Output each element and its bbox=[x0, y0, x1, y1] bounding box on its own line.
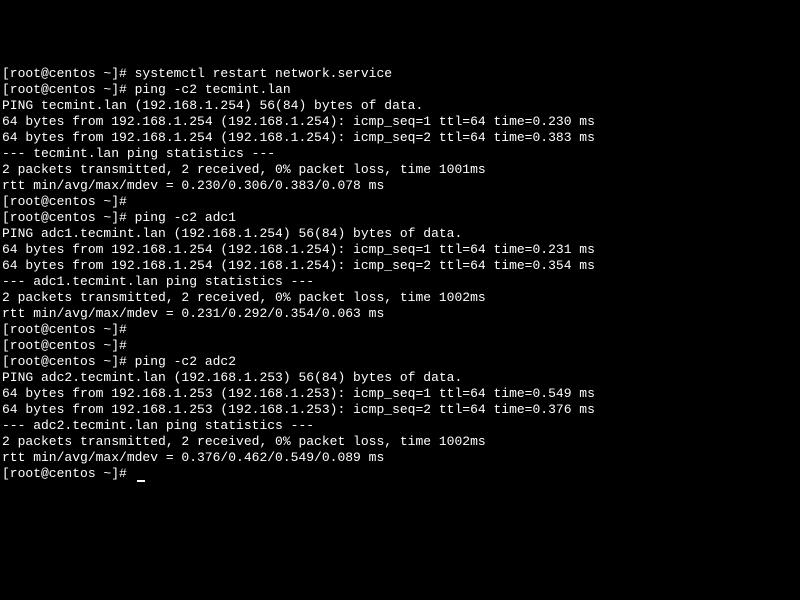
terminal-line: 2 packets transmitted, 2 received, 0% pa… bbox=[2, 290, 798, 306]
terminal-line: 64 bytes from 192.168.1.254 (192.168.1.2… bbox=[2, 114, 798, 130]
terminal-line: PING tecmint.lan (192.168.1.254) 56(84) … bbox=[2, 98, 798, 114]
terminal-line: [root@centos ~]# bbox=[2, 466, 798, 482]
terminal-line: rtt min/avg/max/mdev = 0.231/0.292/0.354… bbox=[2, 306, 798, 322]
terminal-line: 2 packets transmitted, 2 received, 0% pa… bbox=[2, 434, 798, 450]
terminal-line: PING adc2.tecmint.lan (192.168.1.253) 56… bbox=[2, 370, 798, 386]
terminal-line: [root@centos ~]# systemctl restart netwo… bbox=[2, 66, 798, 82]
terminal-line: [root@centos ~]# bbox=[2, 322, 798, 338]
terminal-line: --- adc1.tecmint.lan ping statistics --- bbox=[2, 274, 798, 290]
terminal-line: 64 bytes from 192.168.1.254 (192.168.1.2… bbox=[2, 242, 798, 258]
terminal-line: 64 bytes from 192.168.1.253 (192.168.1.2… bbox=[2, 402, 798, 418]
terminal-line: [root@centos ~]# bbox=[2, 338, 798, 354]
terminal-line: rtt min/avg/max/mdev = 0.376/0.462/0.549… bbox=[2, 450, 798, 466]
cursor bbox=[137, 480, 145, 482]
terminal-line: [root@centos ~]# bbox=[2, 194, 798, 210]
terminal-line: --- adc2.tecmint.lan ping statistics --- bbox=[2, 418, 798, 434]
terminal-line: 64 bytes from 192.168.1.254 (192.168.1.2… bbox=[2, 258, 798, 274]
terminal-line: --- tecmint.lan ping statistics --- bbox=[2, 146, 798, 162]
terminal-line: 64 bytes from 192.168.1.253 (192.168.1.2… bbox=[2, 386, 798, 402]
terminal-line: [root@centos ~]# ping -c2 tecmint.lan bbox=[2, 82, 798, 98]
terminal-line: [root@centos ~]# ping -c2 adc1 bbox=[2, 210, 798, 226]
terminal-line: PING adc1.tecmint.lan (192.168.1.254) 56… bbox=[2, 226, 798, 242]
terminal[interactable]: [root@centos ~]# systemctl restart netwo… bbox=[2, 66, 798, 482]
terminal-line: [root@centos ~]# ping -c2 adc2 bbox=[2, 354, 798, 370]
terminal-line: rtt min/avg/max/mdev = 0.230/0.306/0.383… bbox=[2, 178, 798, 194]
terminal-line: 2 packets transmitted, 2 received, 0% pa… bbox=[2, 162, 798, 178]
terminal-line: 64 bytes from 192.168.1.254 (192.168.1.2… bbox=[2, 130, 798, 146]
